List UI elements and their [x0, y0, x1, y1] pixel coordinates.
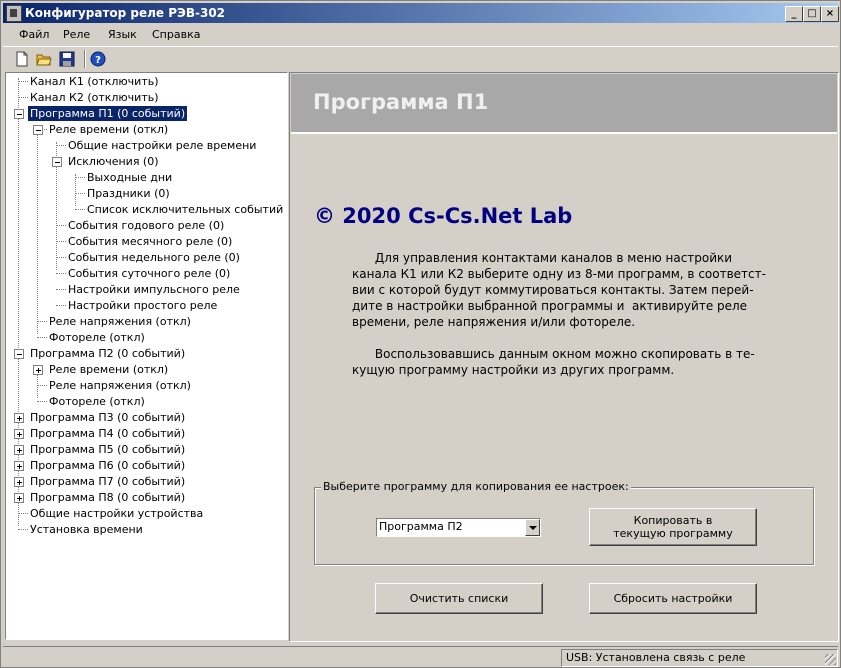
resize-grip-icon[interactable]	[825, 654, 836, 665]
tree-item-photo-relay[interactable]: Фотореле (откл)	[49, 330, 145, 345]
tree-item-program-p8[interactable]: Программа П8 (0 событий)	[30, 490, 185, 505]
tree-item-simple-relay[interactable]: Настройки простого реле	[68, 298, 217, 313]
expand-icon[interactable]	[14, 445, 24, 455]
toolbar: ?	[3, 46, 838, 71]
tree-line	[18, 529, 28, 530]
connection-status: USB: Установлена связь с реле	[566, 651, 746, 664]
status-panel: USB: Установлена связь с реле	[561, 649, 838, 667]
clear-lists-button[interactable]: Очистить списки	[375, 583, 543, 614]
help-icon[interactable]: ?	[90, 51, 106, 67]
tree-line	[18, 81, 28, 82]
save-icon[interactable]	[59, 51, 75, 67]
app-icon	[6, 5, 22, 22]
panel-title: Программа П1	[313, 90, 489, 114]
tree-item-yearly-events[interactable]: События годового реле (0)	[68, 218, 224, 233]
app-window: Конфигуратор реле РЭВ-302 _ □ × Файл Рел…	[0, 0, 841, 668]
tree-line	[56, 289, 66, 290]
new-file-icon[interactable]	[14, 51, 30, 67]
tree-item-program-p7[interactable]: Программа П7 (0 событий)	[30, 474, 185, 489]
tree-item-device-settings[interactable]: Общие настройки устройства	[30, 506, 203, 521]
tree-item-holidays[interactable]: Праздники (0)	[87, 186, 170, 201]
window-title: Конфигуратор реле РЭВ-302	[25, 6, 226, 20]
tree-line	[37, 401, 47, 402]
tree-line	[56, 225, 66, 226]
tree-line	[18, 97, 28, 98]
tree-item-program-p1[interactable]: Программа П1 (0 событий)	[28, 106, 188, 121]
tree-item-monthly-events[interactable]: События месячного реле (0)	[68, 234, 232, 249]
tree-line	[75, 209, 85, 210]
tree-line	[56, 305, 66, 306]
collapse-icon[interactable]	[14, 109, 24, 119]
tree-item-voltage-relay[interactable]: Реле напряжения (откл)	[49, 314, 191, 329]
menu-help[interactable]: Справка	[152, 28, 200, 41]
collapse-icon[interactable]	[33, 125, 43, 135]
program-panel: Программа П1 © 2020 Cs-Cs.Net Lab Для уп…	[289, 72, 839, 642]
settings-tree[interactable]: Канал К1 (отключить) Канал К2 (отключить…	[5, 72, 288, 640]
program-select-value: Программа П2	[379, 520, 463, 533]
tree-item-time-relay[interactable]: Реле времени (откл)	[49, 362, 168, 377]
tree-line	[75, 193, 85, 194]
tree-item-weekly-events[interactable]: События недельного реле (0)	[68, 250, 240, 265]
svg-text:?: ?	[95, 55, 101, 66]
tree-item-channel-k1[interactable]: Канал К1 (отключить)	[30, 74, 159, 89]
instructions-text: Для управления контактами каналов в меню…	[352, 251, 766, 329]
tree-item-weekends[interactable]: Выходные дни	[87, 170, 172, 185]
menu-language[interactable]: Язык	[108, 28, 137, 41]
expand-icon[interactable]	[14, 413, 24, 423]
tree-item-time-relay-settings[interactable]: Общие настройки реле времени	[68, 138, 256, 153]
minimize-button[interactable]: _	[785, 6, 803, 22]
tree-line	[75, 174, 76, 206]
tree-item-pulse-relay[interactable]: Настройки импульсного реле	[68, 282, 240, 297]
copy-settings-group: Выберите программу для копирования ее на…	[314, 480, 814, 565]
tree-item-program-p2[interactable]: Программа П2 (0 событий)	[30, 346, 185, 361]
tree-line	[75, 177, 85, 178]
tree-item-program-p6[interactable]: Программа П6 (0 событий)	[30, 458, 185, 473]
tree-item-daily-events[interactable]: События суточного реле (0)	[68, 266, 230, 281]
tree-line	[56, 257, 66, 258]
expand-icon[interactable]	[14, 477, 24, 487]
tree-line	[37, 337, 47, 338]
tree-item-channel-k2[interactable]: Канал К2 (отключить)	[30, 90, 159, 105]
tree-line	[56, 241, 66, 242]
menu-file[interactable]: Файл	[19, 28, 49, 41]
tree-item-time-setup[interactable]: Установка времени	[30, 522, 143, 537]
toolbar-separator	[84, 50, 86, 68]
collapse-icon[interactable]	[52, 157, 62, 167]
close-button[interactable]: ×	[821, 6, 839, 22]
panel-header: Программа П1	[291, 74, 837, 134]
reset-settings-button[interactable]: Сбросить настройки	[589, 583, 757, 614]
status-bar: USB: Установлена связь с реле	[3, 646, 838, 667]
tree-line	[37, 321, 47, 322]
open-folder-icon[interactable]	[36, 51, 52, 67]
tree-item-exceptions[interactable]: Исключения (0)	[68, 154, 159, 169]
tree-line	[56, 145, 66, 146]
tree-item-photo-relay[interactable]: Фотореле (откл)	[49, 394, 145, 409]
chevron-down-icon[interactable]	[525, 519, 540, 536]
collapse-icon[interactable]	[14, 349, 24, 359]
tree-line	[56, 273, 66, 274]
menu-relay[interactable]: Реле	[63, 28, 90, 41]
program-select[interactable]: Программа П2	[376, 518, 541, 537]
copyright-text: © 2020 Cs-Cs.Net Lab	[314, 204, 573, 228]
tree-line	[37, 126, 38, 334]
tree-item-program-p4[interactable]: Программа П4 (0 событий)	[30, 426, 185, 441]
menu-bar: Файл Реле Язык Справка	[3, 25, 838, 44]
expand-icon[interactable]	[33, 365, 43, 375]
tree-line	[18, 78, 19, 526]
tree-item-program-p5[interactable]: Программа П5 (0 событий)	[30, 442, 185, 457]
title-bar: Конфигуратор реле РЭВ-302 _ □ ×	[3, 3, 839, 23]
tree-line	[18, 513, 28, 514]
expand-icon[interactable]	[14, 493, 24, 503]
expand-icon[interactable]	[14, 429, 24, 439]
tree-line	[37, 385, 47, 386]
tree-item-voltage-relay[interactable]: Реле напряжения (откл)	[49, 378, 191, 393]
tree-item-time-relay[interactable]: Реле времени (откл)	[49, 122, 168, 137]
maximize-button[interactable]: □	[803, 6, 821, 22]
copy-group-label: Выберите программу для копирования ее на…	[321, 480, 631, 493]
copy-hint-text: Воспользовавшись данным окном можно скоп…	[352, 347, 755, 377]
tree-item-program-p3[interactable]: Программа П3 (0 событий)	[30, 410, 185, 425]
expand-icon[interactable]	[14, 461, 24, 471]
tree-item-exception-events[interactable]: Список исключительных событий (0)	[87, 202, 287, 217]
copy-button[interactable]: Копировать в текущую программу	[589, 508, 757, 546]
